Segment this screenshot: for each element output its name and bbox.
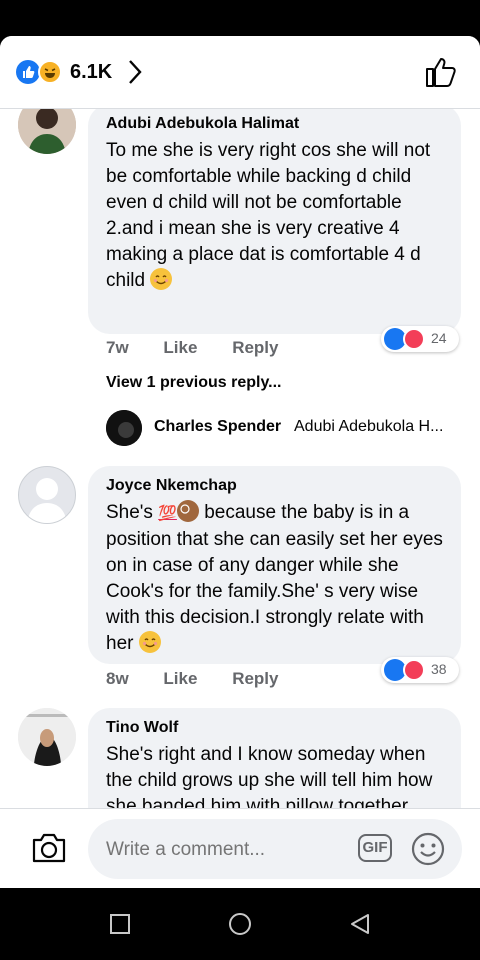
like-link[interactable]: Like [163,338,197,357]
system-navigation-bar [0,888,480,960]
comment-bubble[interactable]: Tino Wolf She's right and I know someday… [88,708,461,808]
comment-reactions[interactable]: 38 [381,657,459,683]
reply-preview[interactable]: Charles Spender Adubi Adebukola H... [106,410,466,446]
reactions-header: 6.1K [0,36,480,109]
comment-text: She's right and I know someday when the … [106,744,433,808]
reply-author[interactable]: Charles Spender [154,418,281,436]
back-icon[interactable] [348,912,372,936]
comments-sheet: 6.1K Adubi Adebukola Halimat To me she i… [0,36,480,888]
comments-list[interactable]: Adubi Adebukola Halimat To me she is ver… [0,108,480,808]
smiling-face-emoji-icon [150,268,173,290]
comment-author[interactable]: Tino Wolf [106,718,443,738]
comment-meta: 8w Like Reply [106,669,308,689]
comment-text: To me she is very right cos she will not… [106,140,431,291]
comment-composer: GIF [0,808,480,888]
view-previous-reply[interactable]: View 1 previous reply... [106,374,281,392]
ok-hand-emoji-icon [176,500,199,522]
recent-apps-icon[interactable] [108,912,132,936]
reply-link[interactable]: Reply [232,338,278,357]
love-icon [403,328,425,350]
comment-input[interactable] [104,831,348,869]
avatar[interactable] [18,108,76,154]
avatar[interactable] [18,466,76,524]
like-reaction-icon[interactable] [16,60,40,84]
comment-author[interactable]: Adubi Adebukola Halimat [106,114,443,134]
avatar[interactable] [106,410,142,446]
thumbs-up-outline-icon[interactable] [424,56,458,88]
comment-bubble[interactable]: Adubi Adebukola Halimat To me she is ver… [88,108,461,334]
home-icon[interactable] [228,912,252,936]
comment-reactions[interactable]: 24 [381,326,459,352]
hundred-points-emoji-icon: 💯 [158,505,177,522]
comment-input-container[interactable]: GIF [88,819,462,879]
comment-time[interactable]: 8w [106,669,129,688]
comment-reaction-count: 24 [431,330,447,346]
comment-time[interactable]: 7w [106,338,129,357]
reply-snippet: Adubi Adebukola H... [294,418,444,435]
comment-meta: 7w Like Reply [106,338,308,358]
chevron-right-icon[interactable] [126,58,144,86]
comment-bubble[interactable]: Joyce Nkemchap She's 💯 because the baby … [88,466,461,664]
comment-reaction-count: 38 [431,661,447,677]
avatar[interactable] [18,708,76,766]
reaction-count[interactable]: 6.1K [70,60,112,84]
comment-text: She's 💯 because the baby is in a positio… [106,500,443,654]
comment-author[interactable]: Joyce Nkemchap [106,476,443,496]
love-icon [403,659,425,681]
emoji-smile-icon[interactable] [410,831,446,867]
like-link[interactable]: Like [163,669,197,688]
reply-link[interactable]: Reply [232,669,278,688]
gif-button[interactable]: GIF [358,834,392,862]
smiling-face-emoji-icon [138,631,161,653]
haha-reaction-icon[interactable] [38,60,62,84]
camera-icon[interactable] [30,831,68,865]
